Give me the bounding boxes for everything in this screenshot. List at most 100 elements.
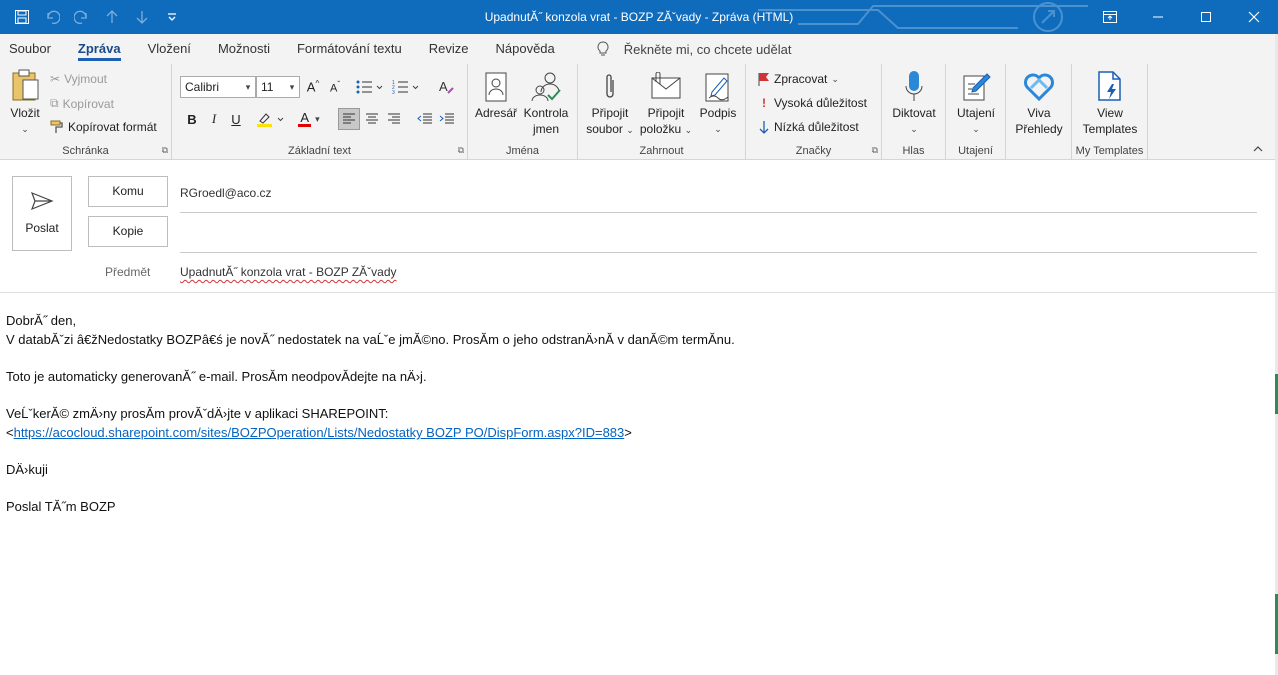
tags-launcher-icon[interactable]: ⧉: [872, 145, 878, 156]
grow-font-button[interactable]: A^: [302, 76, 324, 98]
sensitivity-button[interactable]: Utajení ⌄: [950, 68, 1002, 137]
numbering-icon: 123: [392, 80, 419, 94]
bullets-button[interactable]: [354, 76, 386, 98]
attach-file-label-1: Připojit: [591, 106, 629, 120]
body-line-2: Toto je automaticky generovanĂ˝ e-mail. …: [6, 369, 427, 384]
send-button[interactable]: Poslat: [12, 176, 72, 251]
title-bar-decoration: [758, 2, 1088, 32]
body-thanks: DÄ›kuji: [6, 462, 48, 477]
minimize-button[interactable]: [1134, 0, 1182, 34]
copy-label: Kopírovat: [62, 96, 114, 111]
tell-me-search[interactable]: Řekněte mi, co chcete udělat: [596, 41, 791, 57]
underline-button[interactable]: U: [225, 108, 247, 130]
decrease-indent-button[interactable]: [414, 108, 436, 130]
ribbon-tabs: Soubor Zpráva Vložení Možnosti Formátová…: [0, 34, 1278, 64]
clipboard-launcher-icon[interactable]: ⧉: [162, 145, 168, 156]
view-templates-button[interactable]: View Templates: [1078, 68, 1142, 137]
arrow-down-icon[interactable]: [130, 5, 154, 29]
high-importance-button[interactable]: ! Vysoká důležitost: [758, 96, 867, 110]
attach-file-button[interactable]: Připojit soubor ⌄: [584, 68, 636, 138]
font-name-value: Calibri: [185, 80, 220, 94]
tab-file[interactable]: Soubor: [9, 34, 51, 64]
viva-insights-button[interactable]: Viva Přehledy: [1012, 68, 1066, 137]
attach-file-label-2: soubor: [586, 122, 623, 136]
increase-indent-button[interactable]: [436, 108, 458, 130]
message-body[interactable]: DobrĂ˝ den, V databĂˇzi â€žNedostatky BO…: [6, 311, 1266, 516]
group-label-tags: Značky: [795, 145, 832, 157]
group-label-my-templates: My Templates: [1075, 145, 1144, 157]
font-color-icon: A ▾: [298, 109, 320, 127]
paste-button[interactable]: Vložit ⌄: [5, 68, 45, 137]
subject-field[interactable]: UpadnutĂ˝ konzola vrat - BOZP ZĂˇvady: [180, 265, 397, 279]
cc-button[interactable]: Kopie: [88, 216, 168, 247]
signature-button[interactable]: Podpis ⌄: [696, 68, 740, 137]
address-book-button[interactable]: Adresář: [473, 68, 519, 121]
bold-button[interactable]: B: [181, 108, 203, 130]
group-label-clipboard: Schránka: [62, 145, 109, 157]
bullets-icon: [356, 80, 383, 94]
tab-help[interactable]: Nápověda: [496, 34, 555, 64]
attach-item-icon: [651, 72, 681, 99]
signature-icon: [705, 73, 729, 102]
maximize-button[interactable]: [1182, 0, 1230, 34]
collapse-ribbon-icon[interactable]: [1252, 143, 1266, 157]
tab-review[interactable]: Revize: [429, 34, 469, 64]
tab-options[interactable]: Možnosti: [218, 34, 270, 64]
save-icon[interactable]: [10, 5, 34, 29]
decrease-indent-icon: [417, 113, 432, 124]
low-importance-label: Nízká důležitost: [774, 120, 859, 134]
attach-item-button[interactable]: Připojit položku ⌄: [638, 68, 694, 138]
sharepoint-link[interactable]: https://acocloud.sharepoint.com/sites/BO…: [14, 425, 625, 440]
font-name-select[interactable]: Calibri ▾: [180, 76, 256, 98]
align-center-button[interactable]: [361, 108, 383, 130]
to-field[interactable]: RGroedl@aco.cz: [180, 186, 272, 200]
copy-button[interactable]: ⧉ Kopírovat: [50, 96, 114, 111]
close-button[interactable]: [1230, 0, 1278, 34]
group-voice: Diktovat ⌄ Hlas: [882, 64, 946, 160]
arrow-up-icon[interactable]: [100, 5, 124, 29]
basic-text-launcher-icon[interactable]: ⧉: [458, 145, 464, 156]
to-button[interactable]: Komu: [88, 176, 168, 207]
high-importance-label: Vysoká důležitost: [774, 96, 867, 110]
format-painter-button[interactable]: Kopírovat formát: [50, 120, 157, 134]
chevron-down-icon: ⌄: [910, 124, 918, 134]
body-link-line: <https://acocloud.sharepoint.com/sites/B…: [6, 425, 632, 440]
check-names-icon: [531, 72, 561, 102]
tab-format-text[interactable]: Formátování textu: [297, 34, 402, 64]
ribbon-display-options-button[interactable]: [1086, 0, 1134, 34]
signature-label: Podpis: [699, 106, 737, 120]
cc-field[interactable]: [180, 226, 1257, 242]
undo-icon[interactable]: [40, 5, 64, 29]
tab-message[interactable]: Zpráva: [77, 34, 121, 64]
cut-button[interactable]: ✂ Vyjmout: [50, 72, 107, 86]
paste-chevron-icon: ⌄: [21, 124, 29, 134]
group-names: Adresář Kontrola jmen Jména: [468, 64, 578, 160]
align-left-button[interactable]: [338, 108, 360, 130]
check-names-button[interactable]: Kontrola jmen: [520, 68, 572, 137]
numbering-button[interactable]: 123: [390, 76, 422, 98]
font-color-button[interactable]: A ▾: [292, 108, 326, 130]
cut-label: Vyjmout: [64, 72, 107, 86]
customize-qat-icon[interactable]: [160, 5, 184, 29]
chevron-down-icon: ▾: [289, 82, 295, 92]
group-viva: Viva Přehledy: [1006, 64, 1072, 160]
low-importance-button[interactable]: Nízká důležitost: [758, 120, 859, 134]
group-basic-text: Calibri ▾ 11 ▾ A^ Aˇ 123 A B I U A ▾ Zák…: [172, 64, 468, 160]
redo-icon[interactable]: [70, 5, 94, 29]
highlight-button[interactable]: [254, 108, 288, 130]
italic-button[interactable]: I: [203, 108, 225, 130]
subject-label: Předmět: [105, 265, 151, 279]
chevron-down-icon: ⌄: [831, 73, 839, 84]
group-sensitivity: Utajení ⌄ Utajení: [946, 64, 1006, 160]
font-size-select[interactable]: 11 ▾: [256, 76, 300, 98]
paperclip-icon: [606, 74, 614, 98]
clear-formatting-button[interactable]: A: [436, 76, 458, 98]
address-book-label: Adresář: [474, 106, 518, 120]
chevron-down-icon: ▾: [245, 82, 251, 92]
follow-up-button[interactable]: Zpracovat ⌄: [758, 72, 839, 86]
tab-insert[interactable]: Vložení: [148, 34, 191, 64]
align-right-button[interactable]: [383, 108, 405, 130]
dictate-button[interactable]: Diktovat ⌄: [888, 68, 940, 137]
shrink-font-button[interactable]: Aˇ: [324, 76, 346, 98]
group-include: Připojit soubor ⌄ Připojit položku ⌄ Pod…: [578, 64, 746, 160]
